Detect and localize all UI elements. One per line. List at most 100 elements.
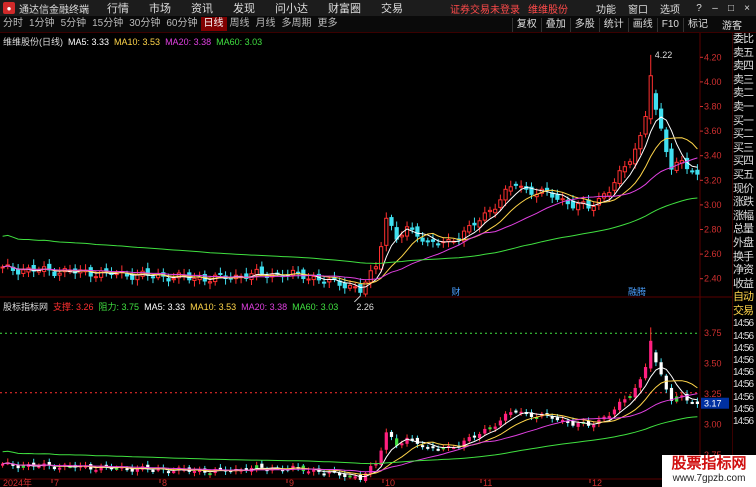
tool-adjust[interactable]: 复权: [511, 17, 541, 32]
trade-login-warning[interactable]: 证券交易未登录: [450, 1, 520, 16]
candle: [503, 188, 508, 201]
maximize-icon[interactable]: □: [724, 3, 738, 14]
sub-candle: [669, 387, 674, 401]
close-icon[interactable]: ×: [740, 3, 754, 14]
candle: [171, 278, 176, 281]
sub-candle: [312, 469, 316, 472]
candle: [420, 237, 425, 242]
period-multi[interactable]: 多周期: [279, 17, 315, 31]
sub-candle: [592, 424, 596, 428]
price-tick-label: 2.40: [704, 274, 722, 284]
candle: [622, 166, 627, 173]
menu-window[interactable]: 窗口: [628, 1, 648, 16]
watermark-url: www.7gpzb.com: [672, 473, 746, 484]
main-legend-ma20: MA20: 3.38: [165, 36, 212, 47]
current-stock-link[interactable]: 维维股份: [528, 1, 568, 16]
sub-legend-ma20: MA20: 3.38: [241, 301, 288, 312]
candle: [643, 116, 648, 135]
sub-candle: [369, 466, 373, 474]
candle: [659, 108, 664, 129]
minimize-icon[interactable]: –: [708, 3, 722, 14]
current-price-label: 3.17: [704, 399, 722, 409]
period-weekly[interactable]: 周线: [227, 17, 253, 31]
candle: [218, 272, 223, 275]
menu-market[interactable]: 市场: [149, 0, 171, 16]
tool-multi-stock[interactable]: 多股: [569, 17, 599, 32]
month-label: 12: [592, 478, 602, 487]
sub-legend-resistance: 阻力: 3.75: [98, 302, 140, 312]
kline-chart[interactable]: 4.22 2.26 财 融腾 4.20 4.00 3.80 3.60 3.40 3.20 3.00 2…: [0, 33, 732, 487]
menu-function[interactable]: 功能: [596, 1, 616, 16]
sub-candle: [431, 446, 435, 449]
sub-candle: [483, 428, 487, 434]
period-more[interactable]: 更多: [315, 17, 341, 31]
candle: [399, 234, 404, 238]
candle: [669, 148, 674, 170]
sub-candle: [695, 401, 700, 405]
candle: [690, 170, 695, 173]
period-intraday[interactable]: 分时: [0, 17, 26, 31]
period-30min[interactable]: 30分钟: [126, 17, 163, 31]
price-tick-label: 3.80: [704, 102, 722, 112]
main-legend-ma60: MA60: 3.03: [216, 36, 263, 47]
chart-area[interactable]: 4.22 2.26 财 融腾 4.20 4.00 3.80 3.60 3.40 3.20 3.00 2…: [0, 33, 732, 487]
sub-candle: [306, 471, 311, 474]
sub-candle: [400, 443, 404, 446]
watermark: 股票指标网 www.7gpzb.com: [662, 455, 756, 487]
period-toolbar: 分时 1分钟 5分钟 15分钟 30分钟 60分钟 日线 周线 月线 多周期 更…: [0, 16, 756, 33]
sidebar-row: 净资: [733, 264, 754, 277]
tool-draw[interactable]: 画线: [627, 17, 657, 32]
month-label: 9: [289, 478, 294, 487]
candle: [384, 217, 389, 246]
menu-quotes[interactable]: 行情: [107, 0, 129, 16]
tool-mark[interactable]: 标记: [683, 17, 712, 32]
sub-candle: [358, 474, 362, 480]
menu-ask[interactable]: 问小达: [275, 0, 308, 16]
sub-candle: [612, 409, 617, 415]
tool-statistics[interactable]: 统计: [598, 17, 628, 32]
sidebar-time: 14:56: [733, 379, 754, 391]
candle: [555, 194, 560, 200]
sub-candle: [343, 474, 347, 478]
candle: [508, 186, 513, 192]
menu-trade[interactable]: 交易: [381, 0, 403, 16]
sub-candle: [649, 340, 653, 369]
user-guest[interactable]: 游客: [722, 17, 742, 32]
period-monthly[interactable]: 月线: [253, 17, 279, 31]
sidebar-time: 14:56: [733, 330, 754, 342]
period-15min[interactable]: 15分钟: [89, 17, 126, 31]
sub-candle: [555, 417, 560, 421]
candle: [638, 135, 643, 150]
tool-f10[interactable]: F10: [656, 17, 683, 32]
period-5min[interactable]: 5分钟: [58, 17, 90, 31]
app-logo-icon: ●: [3, 2, 15, 14]
sidebar-row: 买一: [733, 114, 754, 127]
help-icon[interactable]: ?: [692, 3, 706, 14]
sub-candle: [415, 437, 420, 444]
period-daily[interactable]: 日线: [200, 17, 227, 31]
sub-candle: [643, 367, 648, 379]
sub-candle: [260, 463, 264, 468]
candle: [192, 277, 197, 281]
candle: [311, 276, 316, 281]
sub-candle: [322, 473, 326, 476]
period-1min[interactable]: 1分钟: [26, 17, 58, 31]
sub-tick-label: 3.50: [704, 359, 722, 369]
sub-legend-ma5: MA5: 3.33: [144, 301, 186, 312]
menu-discover[interactable]: 发现: [233, 0, 255, 16]
sub-candle: [172, 471, 176, 474]
menu-wealth[interactable]: 财富圈: [328, 0, 361, 16]
tool-overlay[interactable]: 叠加: [540, 17, 570, 32]
sidebar-row: 买二: [733, 128, 754, 141]
candle: [306, 278, 311, 281]
menu-options[interactable]: 选项: [660, 1, 680, 16]
menu-news[interactable]: 资讯: [191, 0, 213, 16]
sub-candle: [503, 413, 508, 421]
high-annotation: 4.22: [655, 50, 673, 60]
sidebar-row: 买四: [733, 155, 754, 168]
candle: [612, 182, 617, 191]
sidebar-time: 14:56: [733, 355, 754, 367]
sub-candle: [208, 473, 212, 476]
sub-candle: [633, 387, 637, 398]
period-60min[interactable]: 60分钟: [163, 17, 200, 31]
